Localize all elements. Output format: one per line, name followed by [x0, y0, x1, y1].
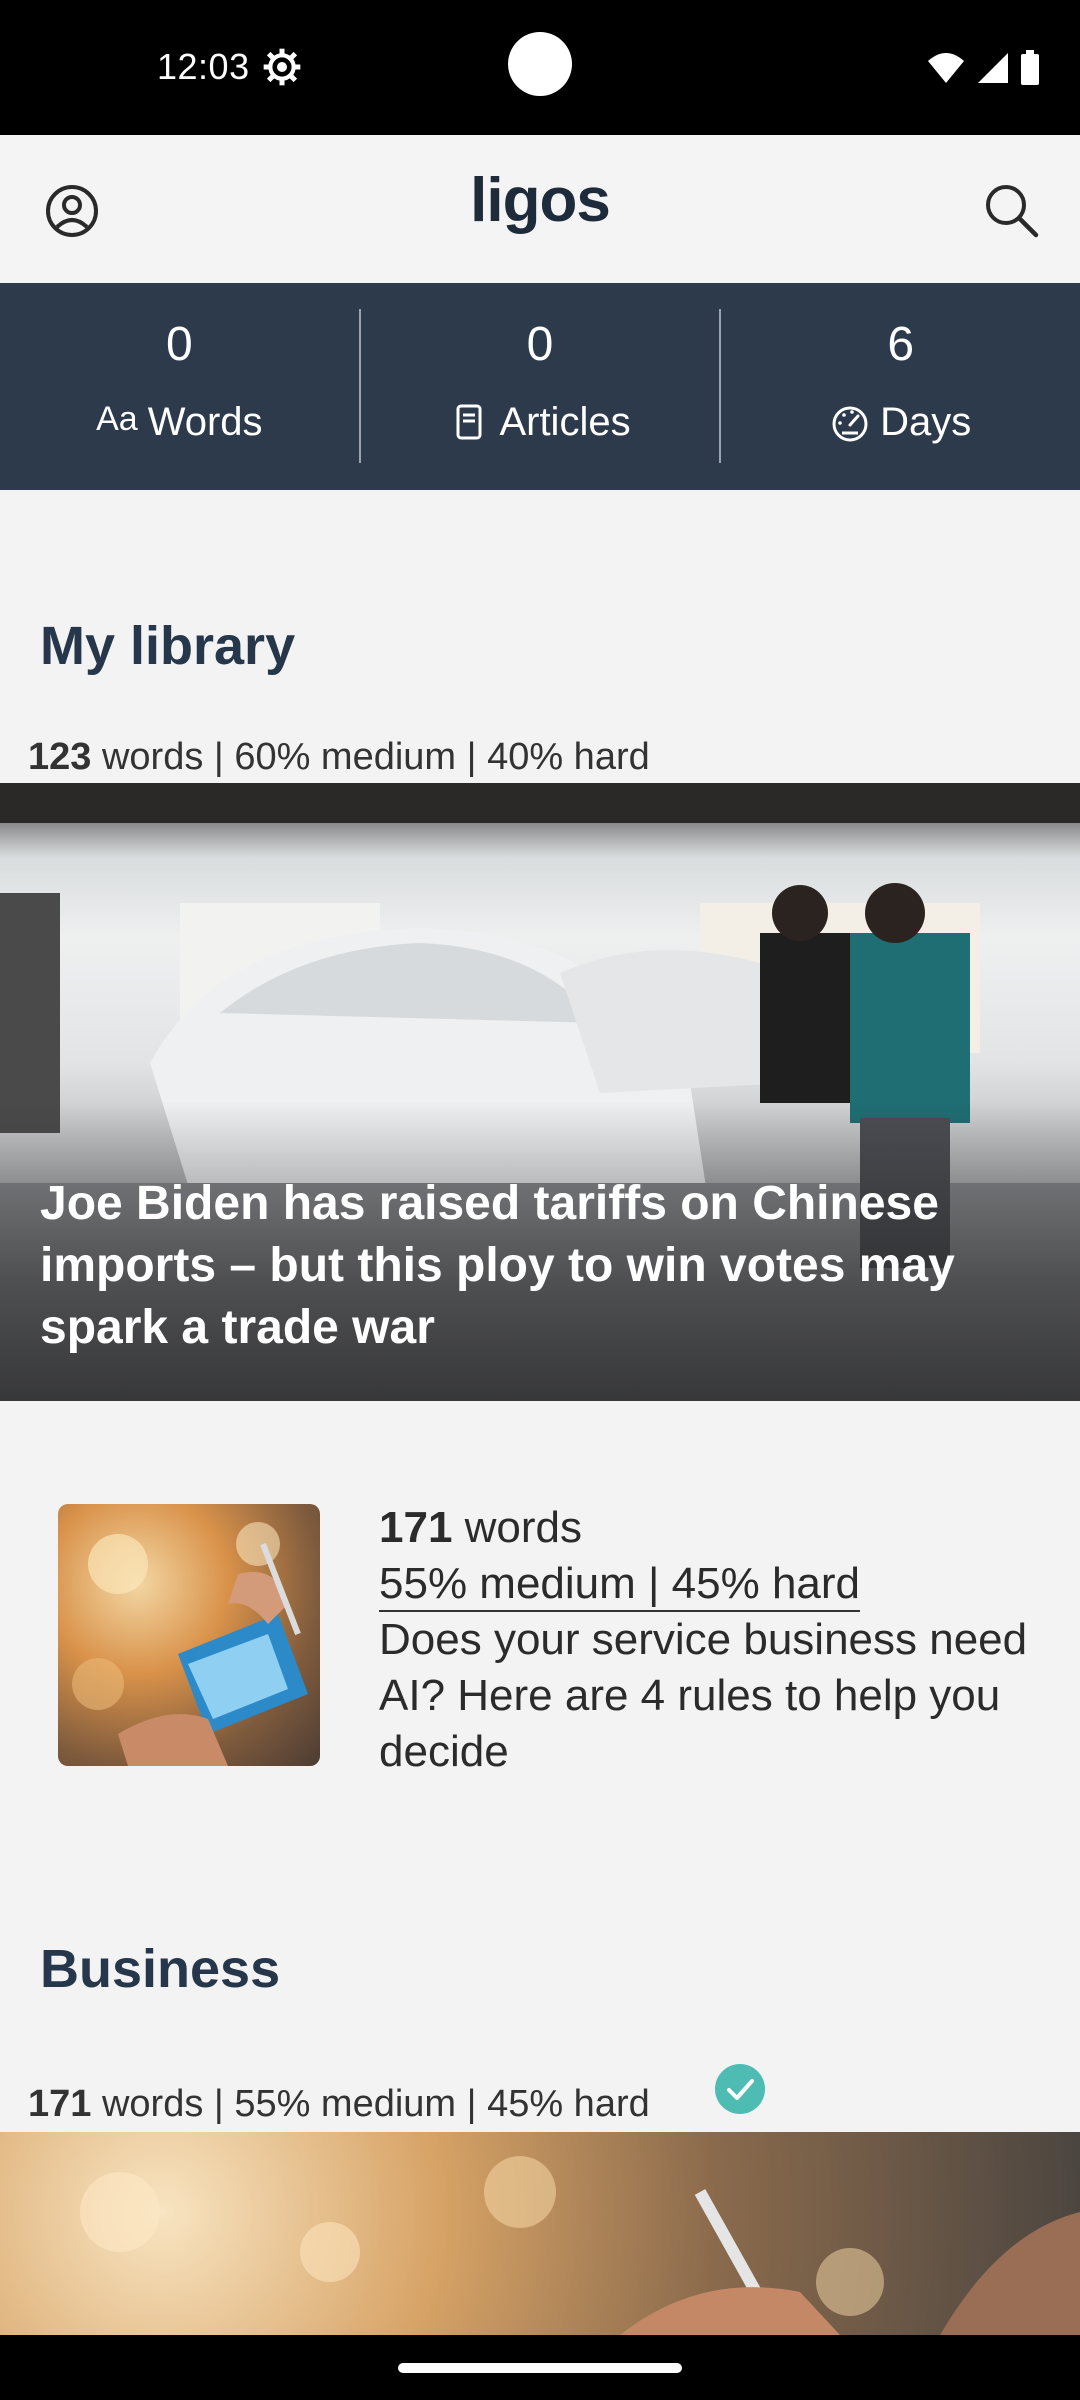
app-header: ligos: [0, 135, 1080, 283]
difficulty-text: words | 60% medium | 40% hard: [91, 736, 650, 778]
article-image: [80, 2156, 1080, 2335]
stat-value: 0: [526, 318, 554, 371]
section-title-business: Business: [40, 1939, 281, 1999]
app-logo: ligos: [470, 166, 611, 235]
stat-words[interactable]: 0 Aa Words: [0, 309, 359, 463]
stat-label: Articles: [499, 400, 631, 444]
difficulty-link[interactable]: 55% medium | 45% hard: [379, 1558, 861, 1612]
home-gesture-handle[interactable]: [398, 2363, 682, 2373]
stat-days[interactable]: 6 Days: [719, 309, 1080, 463]
font-size-icon: Aa: [96, 400, 138, 438]
camera-cutout: [508, 32, 572, 96]
settings-gear-icon: [263, 48, 301, 86]
featured-article-card[interactable]: Joe Biden has raised tariffs on Chinese …: [0, 783, 1080, 1401]
article-title: Does your service business need AI? Here…: [379, 1615, 1028, 1776]
stat-value: 0: [165, 318, 193, 371]
article-list-item[interactable]: 171 words 55% medium | 45% hard Does you…: [0, 1480, 1080, 1810]
system-nav-bar: [0, 2335, 1080, 2400]
stat-label: Words: [147, 400, 263, 444]
stat-articles[interactable]: 0 Articles: [358, 309, 720, 463]
business-article-meta: 171 words | 55% medium | 45% hard: [28, 2083, 650, 2126]
speedometer-icon: [832, 406, 868, 441]
article-title: Joe Biden has raised tariffs on Chinese …: [40, 1177, 955, 1354]
battery-icon: [1021, 50, 1039, 85]
signal-icon: [978, 53, 1008, 83]
stats-bar: 0 Aa Words 0 Articles 6 Days: [0, 283, 1080, 490]
completed-check-icon: [715, 2064, 765, 2114]
business-article-card[interactable]: [0, 2132, 1080, 2335]
word-count: 171: [379, 1503, 453, 1552]
search-icon[interactable]: [982, 181, 1040, 239]
status-icons: [926, 48, 1040, 88]
word-count: 171: [28, 2083, 92, 2125]
wifi-icon: [928, 53, 964, 83]
stat-label: Days: [880, 400, 972, 444]
status-bar: 12:03: [0, 0, 1080, 135]
document-icon: [456, 404, 482, 439]
article-thumbnail: [58, 1504, 320, 1766]
word-count-line: 171 words: [379, 1500, 1059, 1556]
tablet-illustration: [72, 1522, 308, 1766]
status-time: 12:03: [157, 46, 250, 87]
featured-article-meta: 123 words | 60% medium | 40% hard: [28, 736, 650, 779]
word-count: 123: [28, 736, 92, 778]
difficulty-text: words | 55% medium | 45% hard: [91, 2083, 650, 2125]
stat-value: 6: [887, 318, 915, 371]
section-title-my-library: My library: [40, 616, 296, 676]
article-info: 171 words 55% medium | 45% hard Does you…: [379, 1500, 1059, 1780]
word-count-suffix: words: [452, 1503, 583, 1552]
